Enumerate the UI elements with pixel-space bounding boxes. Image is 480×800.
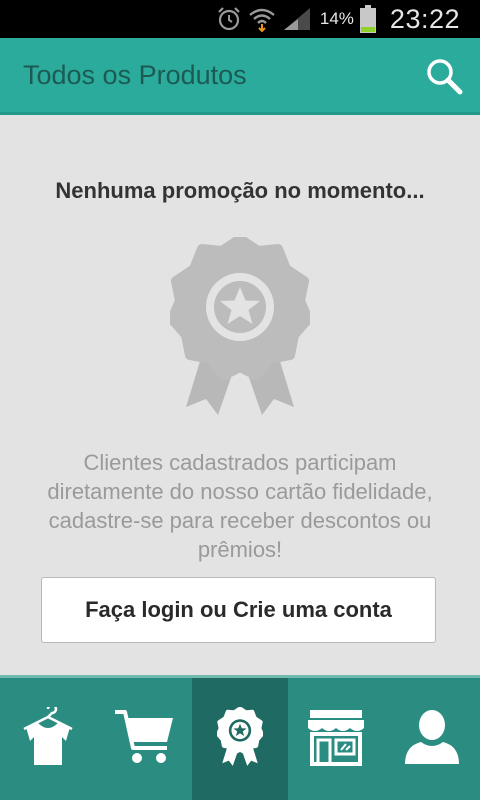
- app-bar: Todos os Produtos: [0, 38, 480, 115]
- store-icon: [306, 708, 366, 771]
- signal-icon: [282, 6, 312, 32]
- nav-item-account[interactable]: [384, 678, 480, 800]
- nav-item-store[interactable]: [288, 678, 384, 800]
- page-title: Todos os Produtos: [23, 59, 247, 90]
- alarm-icon: [216, 6, 242, 32]
- nav-item-products[interactable]: [0, 678, 96, 800]
- status-bar: 14% 23:22: [0, 0, 480, 38]
- empty-state-heading: Nenhuma promoção no momento...: [55, 178, 425, 203]
- award-badge-icon: [167, 234, 313, 417]
- award-icon: [216, 705, 264, 772]
- battery-icon: [359, 5, 376, 33]
- user-icon: [403, 708, 461, 771]
- clock: 23:22: [389, 3, 460, 34]
- empty-state-description: Clientes cadastrados participam diretame…: [47, 450, 433, 562]
- search-icon[interactable]: [422, 54, 466, 98]
- nav-item-cart[interactable]: [96, 678, 192, 800]
- clothing-icon: [20, 703, 76, 772]
- wifi-icon: [248, 6, 276, 32]
- nav-item-promotions[interactable]: [192, 678, 288, 800]
- battery-percent: 14%: [319, 9, 354, 28]
- cart-icon: [113, 708, 175, 771]
- bottom-navigation: [0, 675, 480, 800]
- login-or-signup-button[interactable]: Faça login ou Crie uma conta: [41, 577, 436, 643]
- empty-state: Nenhuma promoção no momento... Clientes …: [0, 115, 480, 675]
